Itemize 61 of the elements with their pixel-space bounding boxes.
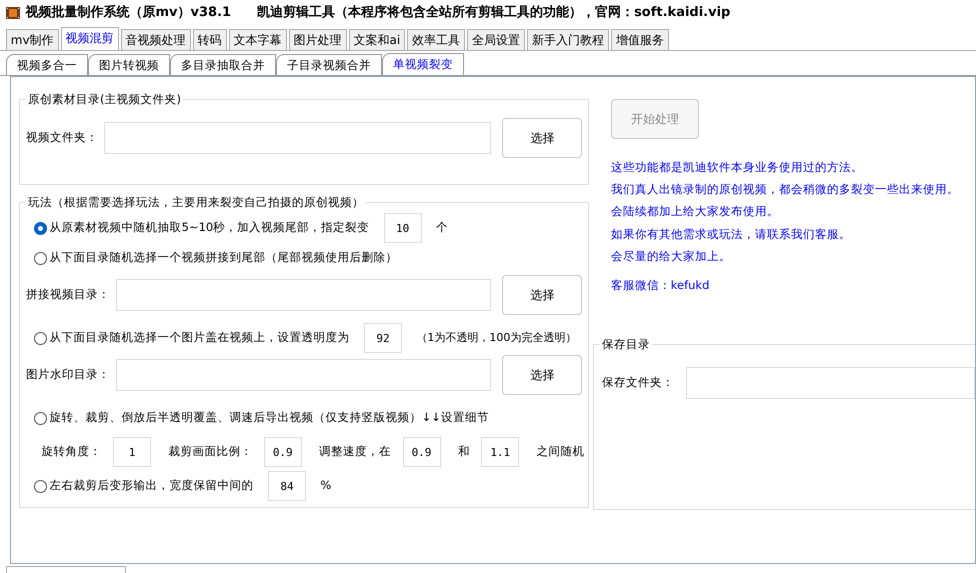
folder-field[interactable] <box>116 279 491 311</box>
option-label: 旋转、裁剪、倒放后半透明覆盖、调速后导出视频（仅支持竖版视频）↓↓设置细节 <box>50 409 489 426</box>
tab[interactable]: 文本字幕 <box>228 28 287 50</box>
tab[interactable]: 单视频裂变 <box>382 52 464 75</box>
tab[interactable]: 文案和ai <box>348 28 406 50</box>
radio-button[interactable] <box>34 252 47 264</box>
unit-text: % <box>320 477 332 494</box>
radio-button[interactable] <box>34 480 47 492</box>
tab[interactable]: 新手入门教程 <box>527 28 610 50</box>
film-icon <box>6 6 20 20</box>
field-label: 调整速度，在 <box>319 443 391 460</box>
note-text: （1为不透明，100为完全透明） <box>416 330 576 346</box>
field-label: 和 <box>458 443 470 460</box>
field-label: 裁剪画面比例： <box>168 443 252 460</box>
note-line: 我们真人出镜录制的原创视频，都会稍微的多裂变一些出来使用。 <box>610 181 960 198</box>
folder-field[interactable] <box>104 122 491 154</box>
note-line: 这些功能都是凯迪软件本身业务使用过的方法。 <box>610 158 864 176</box>
select-button[interactable]: 选择 <box>502 355 582 395</box>
folder-field[interactable] <box>686 366 975 399</box>
tab[interactable]: 图片处理 <box>288 28 347 50</box>
field-label: 图片水印目录： <box>26 366 110 384</box>
field-label: 旋转角度： <box>42 443 102 460</box>
field-label: 之间随机 <box>536 443 584 460</box>
field-label: 视频文件夹： <box>26 129 98 146</box>
number-field[interactable]: 0.9 <box>264 437 302 467</box>
contact-text: 客服微信：kefukd <box>610 276 710 294</box>
radio-button[interactable] <box>34 222 47 234</box>
note-line: 如果你有其他需求或玩法，请联系我们客服。 <box>610 226 852 242</box>
tab[interactable]: 视频混剪 <box>60 26 119 50</box>
select-button[interactable]: 选择 <box>502 118 582 158</box>
option-label: 从原素材视频中随机抽取5~10秒，加入视频尾部，指定裂变 <box>50 219 370 236</box>
note-line: 会陆续都加上给大家发布使用。 <box>610 203 780 220</box>
tab[interactable]: 视频多合一 <box>6 54 88 75</box>
number-field[interactable]: 0.9 <box>402 437 440 467</box>
radio-button[interactable] <box>34 412 47 424</box>
note-line: 会尽量的给大家加上。 <box>610 248 732 265</box>
tab[interactable]: mv制作 <box>6 28 59 50</box>
select-button[interactable]: 选择 <box>502 275 582 315</box>
option-label: 左右裁剪后变形输出，宽度保留中间的 <box>50 477 254 494</box>
option-label: 从下面目录随机选择一个视频拼接到尾部（尾部视频使用后删除） <box>50 249 398 266</box>
number-field[interactable]: 1.1 <box>481 437 520 467</box>
tab[interactable]: 图片转视频 <box>88 54 170 75</box>
number-field[interactable]: 84 <box>268 471 306 501</box>
number-field[interactable]: 92 <box>364 323 402 353</box>
tab[interactable]: 多目录抽取合并 <box>170 54 276 75</box>
field-label: 保存文件夹： <box>602 374 674 392</box>
tab[interactable]: 音视频处理 <box>120 28 191 50</box>
unit-text: 个 <box>436 219 448 236</box>
tab[interactable]: 效率工具 <box>407 28 466 50</box>
number-field[interactable]: 10 <box>384 213 422 243</box>
tab[interactable]: 转码 <box>192 28 227 50</box>
window-title: 视频批量制作系统（原mv）v38.1 凯迪剪辑工具（本程序将包含全站所有剪辑工具的功能），官网：soft.kaidi.vip <box>26 4 730 22</box>
radio-button[interactable] <box>34 332 47 344</box>
folder-field[interactable] <box>116 359 491 391</box>
group-title: 原创素材目录(主视频文件夹) <box>26 90 183 108</box>
option-label: 从下面目录随机选择一个图片盖在视频上，设置透明度为 <box>50 329 350 346</box>
tab[interactable]: 增值服务 <box>611 28 670 50</box>
number-field[interactable]: 1 <box>113 437 151 467</box>
field-label: 拼接视频目录： <box>26 286 110 304</box>
tab[interactable]: 全局设置 <box>467 28 526 50</box>
tab[interactable]: 子目录视频合并 <box>276 54 382 75</box>
